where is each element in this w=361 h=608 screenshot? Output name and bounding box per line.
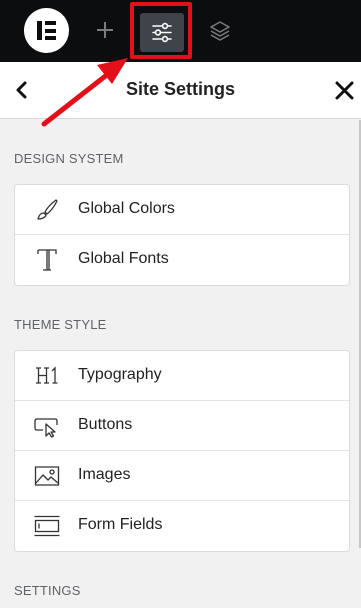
section-title-theme-style: THEME STYLE [14, 317, 107, 332]
list-item-global-colors[interactable]: Global Colors [15, 185, 349, 235]
form-fields-icon [33, 513, 61, 539]
list-item-label: Typography [78, 366, 162, 383]
list-item-label: Buttons [78, 416, 133, 433]
elementor-logo-icon[interactable] [24, 8, 69, 53]
close-icon[interactable] [331, 77, 359, 105]
list-item-label: Global Colors [78, 200, 175, 217]
typeface-icon [33, 247, 61, 273]
section-title-design-system: DESIGN SYSTEM [14, 151, 124, 166]
heading-h1-icon [33, 363, 61, 389]
list-item-global-fonts[interactable]: Global Fonts [15, 235, 349, 285]
brush-icon [33, 197, 61, 223]
theme-style-card: Typography Buttons Images Form Fields [14, 350, 350, 552]
top-bar [0, 0, 361, 62]
list-item-label: Global Fonts [78, 250, 169, 267]
list-item-label: Form Fields [78, 516, 163, 533]
highlight-box [130, 2, 192, 59]
section-title-settings: SETTINGS [14, 583, 81, 598]
list-item-label: Images [78, 466, 131, 483]
design-system-card: Global Colors Global Fonts [14, 184, 350, 286]
page-title: Site Settings [125, 79, 236, 99]
button-cursor-icon [33, 413, 61, 439]
plus-icon[interactable] [92, 17, 118, 43]
list-item-typography[interactable]: Typography [15, 351, 349, 401]
list-item-images[interactable]: Images [15, 451, 349, 501]
list-item-buttons[interactable]: Buttons [15, 401, 349, 451]
image-icon [33, 463, 61, 489]
list-item-form-fields[interactable]: Form Fields [15, 501, 349, 551]
layers-icon[interactable] [206, 17, 234, 45]
panel-header: Site Settings [0, 62, 361, 119]
